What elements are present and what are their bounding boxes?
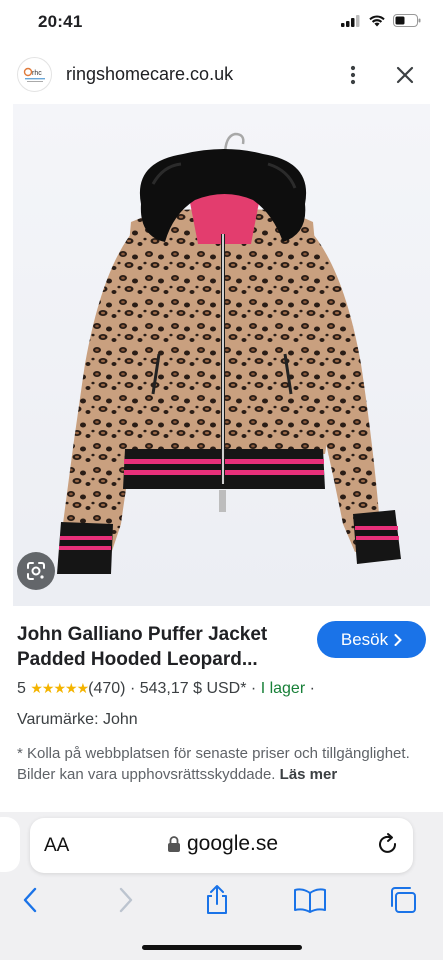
chevron-left-icon (23, 887, 37, 913)
address-bar[interactable]: AA google.se (30, 818, 413, 873)
more-options-button[interactable] (342, 62, 364, 88)
more-vertical-icon (350, 65, 356, 85)
site-logo: rhc (17, 57, 52, 92)
cellular-signal-icon (341, 14, 360, 27)
rating-line: 5 ★★★★★(470) · 543,17 $ USD* · I lager · (17, 680, 315, 698)
product-price: 543,17 $ USD* (139, 680, 247, 697)
tabs-button[interactable] (385, 882, 421, 918)
product-image[interactable] (13, 104, 430, 606)
chevron-right-icon (119, 887, 133, 913)
share-icon (207, 885, 227, 914)
read-more-link[interactable]: Läs mer (280, 766, 338, 783)
home-indicator[interactable] (142, 945, 302, 950)
status-icons (341, 14, 421, 27)
close-button[interactable] (392, 62, 418, 88)
leopard-puffer-jacket-photo (13, 104, 430, 606)
address-text: google.se (187, 832, 279, 855)
bookmarks-button[interactable] (292, 882, 328, 918)
reader-settings-button[interactable]: AA (44, 835, 69, 857)
browser-toolbar (0, 878, 443, 922)
visit-button-label: Besök (340, 629, 389, 649)
product-title[interactable]: John Galliano Puffer Jacket Padded Hoode… (17, 622, 307, 672)
status-time: 20:41 (38, 12, 83, 31)
site-header: rhc ringshomecare.co.uk (0, 48, 443, 104)
separator-dot: · (250, 680, 257, 697)
separator-dot: · (129, 680, 136, 697)
lens-icon (27, 562, 45, 580)
tabs-icon (391, 887, 416, 913)
close-icon (396, 66, 414, 84)
chevron-right-icon (394, 633, 403, 646)
address-text-wrap[interactable]: google.se (167, 832, 278, 856)
status-bar: 20:41 (0, 0, 443, 46)
wifi-icon (369, 15, 385, 27)
stock-status: I lager (260, 680, 306, 697)
visit-button[interactable]: Besök (317, 621, 426, 658)
site-logo-text: rhc (32, 70, 42, 77)
disclaimer: * Kolla på webbplatsen för senaste prise… (17, 743, 427, 785)
battery-icon (393, 14, 421, 27)
site-logo-mark: rhc (23, 67, 45, 82)
google-lens-button[interactable] (17, 552, 55, 590)
reload-icon[interactable] (375, 832, 401, 858)
star-rating-icon: ★★★★★ (30, 680, 89, 696)
book-icon (294, 888, 326, 913)
review-count: (470) (88, 680, 126, 697)
rating-value: 5 (17, 680, 26, 697)
disclaimer-text: * Kolla på webbplatsen för senaste prise… (17, 745, 410, 783)
lock-icon (168, 836, 180, 852)
share-button[interactable] (199, 882, 235, 918)
previous-tab-peek[interactable] (0, 817, 20, 872)
brand-line: Varumärke: John (17, 711, 138, 728)
site-domain[interactable]: ringshomecare.co.uk (66, 64, 233, 85)
forward-button[interactable] (108, 882, 144, 918)
separator-dot: · (309, 680, 315, 697)
back-button[interactable] (12, 882, 48, 918)
